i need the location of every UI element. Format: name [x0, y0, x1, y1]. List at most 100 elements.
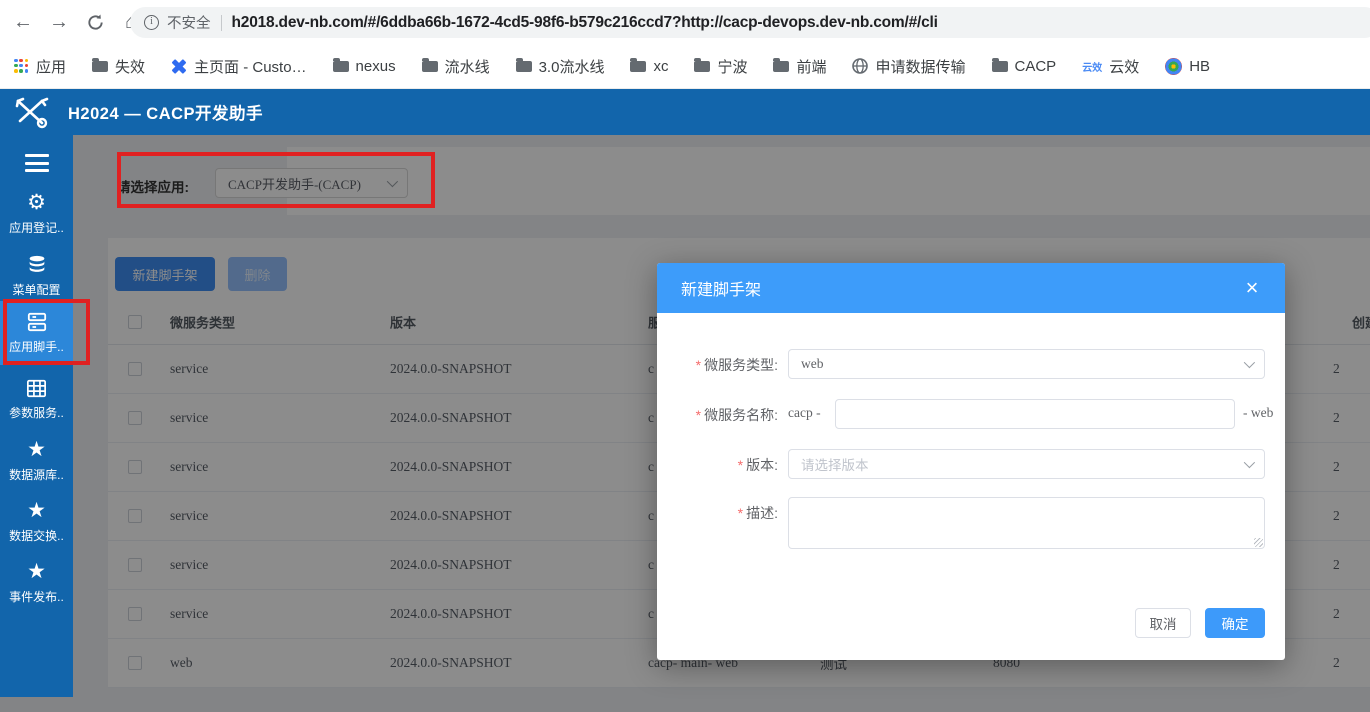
- form-row-description: * 描述:: [657, 497, 1285, 549]
- folder-icon: [630, 57, 647, 72]
- star-icon: ★: [27, 560, 46, 583]
- bookmark-folder[interactable]: 前端: [773, 56, 826, 77]
- cancel-button[interactable]: 取消: [1135, 608, 1191, 638]
- bookmark-hb[interactable]: HB: [1165, 57, 1211, 75]
- hamburger-menu-icon[interactable]: [0, 145, 73, 181]
- modal-overlay: [0, 697, 73, 712]
- bookmark-folder[interactable]: 失效: [92, 56, 145, 77]
- server-icon: [26, 311, 48, 333]
- field-label: * 版本:: [737, 457, 778, 473]
- sidebar-item-param-service[interactable]: 参数服务..: [0, 368, 73, 430]
- folder-icon: [515, 57, 532, 72]
- bookmark-label: 应用: [36, 58, 67, 76]
- url-text: h2018.dev-nb.com/#/6ddba66b-1672-4cd5-98…: [231, 13, 938, 31]
- dialog-header: 新建脚手架 ×: [657, 263, 1285, 313]
- dialog-title: 新建脚手架: [681, 282, 762, 299]
- form-row-type: * 微服务类型: web: [657, 349, 1285, 379]
- bookmark-data-transfer[interactable]: 申请数据传输: [852, 56, 966, 77]
- bookmark-homepage[interactable]: 主页面 - Custo…: [171, 56, 307, 77]
- bookmark-folder[interactable]: 流水线: [421, 56, 490, 77]
- blue-x-icon: [171, 58, 187, 74]
- sidebar: ⚙ 应用登记.. 菜单配置 应用脚手.. 参数服务.. ★ 数据源库.. ★ 数…: [0, 135, 73, 697]
- required-mark: *: [737, 505, 744, 521]
- globe-icon: [852, 58, 869, 74]
- bookmark-label: HB: [1189, 57, 1211, 75]
- confirm-button[interactable]: 确定: [1205, 608, 1265, 638]
- sidebar-item-menu-config[interactable]: 菜单配置: [0, 245, 73, 307]
- reload-button[interactable]: [80, 7, 110, 37]
- bookmark-label: 云效: [1109, 58, 1140, 76]
- page-title: H2024 — CACP开发助手: [68, 105, 264, 123]
- sidebar-item-app-register[interactable]: ⚙ 应用登记..: [0, 183, 73, 245]
- bookmark-folder[interactable]: 宁波: [694, 56, 747, 77]
- folder-icon: [773, 57, 790, 72]
- sidebar-item-data-source[interactable]: ★ 数据源库..: [0, 430, 73, 492]
- select-value: web: [801, 356, 824, 371]
- microservice-name-input[interactable]: [835, 399, 1235, 429]
- bookmark-folder[interactable]: CACP: [991, 57, 1057, 75]
- table-icon: [26, 377, 47, 399]
- bookmark-label: 主页面 - Custo…: [194, 58, 307, 76]
- required-mark: *: [695, 407, 702, 423]
- chevron-down-icon: [1243, 456, 1256, 469]
- folder-icon: [991, 57, 1008, 72]
- bookmark-label: 前端: [796, 58, 827, 76]
- bookmarks-bar: 应用 失效 主页面 - Custo… nexus 流水线 3.0流水线 xc 宁…: [0, 44, 1370, 89]
- field-label: * 描述:: [737, 505, 778, 521]
- bookmark-label: 3.0流水线: [538, 58, 605, 76]
- bookmark-folder[interactable]: nexus: [332, 57, 396, 75]
- back-button[interactable]: ←: [8, 7, 38, 37]
- select-placeholder: 请选择版本: [801, 458, 869, 473]
- bookmark-label: 流水线: [444, 58, 490, 76]
- yunxiao-icon: 云效: [1082, 62, 1103, 74]
- name-prefix: cacp -: [788, 405, 821, 420]
- colorful-circle-icon: [1165, 57, 1183, 75]
- browser-toolbar: ← → ⌂ i 不安全 h2018.dev-nb.com/#/6ddba66b-…: [0, 0, 1370, 44]
- reload-icon: [87, 14, 103, 30]
- new-scaffold-dialog: 新建脚手架 × * 微服务类型: web * 微服务名称: cacp - - web…: [657, 263, 1285, 660]
- info-icon[interactable]: i: [144, 15, 159, 30]
- gear-icon: ⚙: [27, 191, 46, 214]
- url-divider: [220, 14, 222, 31]
- bookmark-yunxiao[interactable]: 云效 云效: [1082, 56, 1139, 77]
- sidebar-item-label: 应用登记..: [9, 221, 64, 235]
- sidebar-item-label: 菜单配置: [12, 283, 61, 297]
- field-label: * 微服务名称:: [695, 407, 778, 423]
- chevron-down-icon: [1243, 356, 1256, 369]
- sidebar-item-data-exchange[interactable]: ★ 数据交换..: [0, 491, 73, 553]
- close-icon[interactable]: ×: [1237, 273, 1267, 303]
- star-icon: ★: [27, 438, 46, 461]
- bookmark-apps[interactable]: 应用: [14, 56, 66, 77]
- app-header: H2024 — CACP开发助手: [0, 89, 1370, 135]
- bookmark-label: nexus: [355, 57, 396, 75]
- bookmark-label: 宁波: [717, 58, 748, 76]
- apps-grid-icon: [14, 58, 29, 74]
- forward-button[interactable]: →: [44, 7, 74, 37]
- folder-icon: [92, 57, 109, 72]
- microservice-type-select[interactable]: web: [788, 349, 1265, 379]
- version-select[interactable]: 请选择版本: [788, 449, 1265, 479]
- sidebar-item-label: 数据源库..: [9, 468, 64, 482]
- bookmark-label: CACP: [1014, 57, 1057, 75]
- sidebar-item-app-scaffold[interactable]: 应用脚手..: [0, 301, 73, 365]
- required-mark: *: [695, 357, 702, 373]
- form-row-version: * 版本: 请选择版本: [657, 449, 1285, 479]
- name-suffix: - web: [1243, 405, 1274, 420]
- bookmark-folder[interactable]: xc: [630, 57, 668, 75]
- description-textarea[interactable]: [788, 497, 1265, 549]
- address-bar[interactable]: i 不安全 h2018.dev-nb.com/#/6ddba66b-1672-4…: [130, 7, 1370, 38]
- bookmark-folder[interactable]: 3.0流水线: [515, 56, 605, 77]
- folder-icon: [421, 57, 438, 72]
- folder-icon: [694, 57, 711, 72]
- sidebar-item-event-publish[interactable]: ★ 事件发布..: [0, 552, 73, 614]
- field-label: * 微服务类型:: [695, 357, 778, 373]
- folder-icon: [332, 57, 349, 72]
- screen: ← → ⌂ i 不安全 h2018.dev-nb.com/#/6ddba66b-…: [0, 0, 1370, 712]
- required-mark: *: [737, 457, 744, 473]
- sidebar-item-label: 参数服务..: [9, 406, 64, 420]
- star-icon: ★: [27, 499, 46, 522]
- form-row-name: * 微服务名称: cacp - - web: [657, 399, 1285, 429]
- security-label: 不安全: [167, 16, 211, 32]
- app-logo-icon: [8, 91, 54, 133]
- sidebar-item-label: 应用脚手..: [9, 340, 64, 354]
